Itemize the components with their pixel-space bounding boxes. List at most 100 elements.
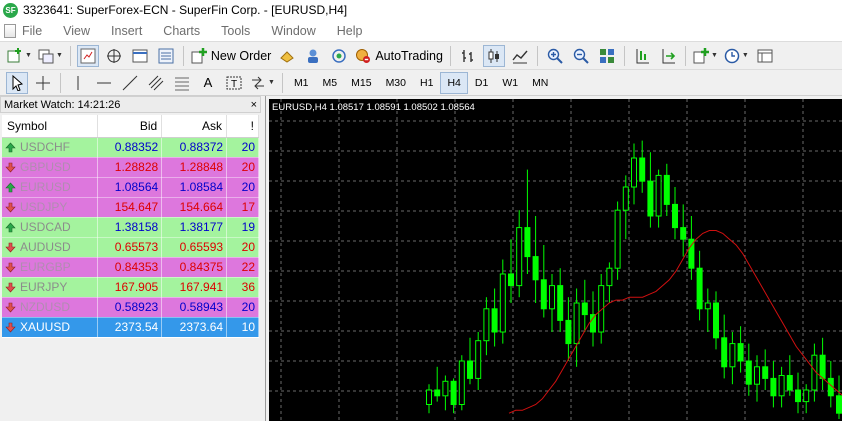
candle-bear [508,273,514,287]
window-titlebar: SF 3323641: SuperForex-ECN - SuperFin Co… [0,0,842,20]
timeframe-m1[interactable]: M1 [287,72,316,94]
ask-cell: 167.941 [161,277,228,298]
timeframe-h1[interactable]: H1 [413,72,440,94]
new-chart-button[interactable]: ▼ [6,45,33,67]
table-row[interactable]: USDJPY 154.647 154.664 17 [2,197,259,218]
navigator-button[interactable] [103,45,125,67]
indicators-button[interactable]: ▼ [692,45,719,67]
chart-canvas[interactable]: EURUSD,H4 1.08517 1.08591 1.08502 1.0856… [269,99,842,421]
column-header-spread[interactable]: ! [226,115,259,138]
column-header-ask[interactable]: Ask [161,115,228,138]
candle-bull [442,380,449,397]
text-label-button[interactable]: T [223,72,245,94]
close-icon[interactable]: × [251,99,257,111]
menu-charts[interactable]: Charts [163,24,200,38]
symbol-cell: EURGBP [2,257,99,278]
autotrading-icon [356,48,371,63]
menu-tools[interactable]: Tools [221,24,250,38]
menu-insert[interactable]: Insert [111,24,142,38]
table-row[interactable]: EURUSD 1.08564 1.08584 20 [2,177,259,198]
table-row[interactable]: NZDUSD 0.58923 0.58943 20 [2,297,259,318]
profiles-button[interactable]: ▼ [37,45,64,67]
arrows-button[interactable]: ▼ [249,72,276,94]
periods-button[interactable]: ▼ [723,45,750,67]
column-header-bid[interactable]: Bid [97,115,163,138]
bid-cell: 0.84353 [97,257,163,278]
candle-bear [713,302,719,339]
candle-bull [426,389,432,405]
chart-shift-button[interactable] [631,45,653,67]
zoom-out-button[interactable] [570,45,592,67]
candle-bear [581,302,588,316]
text-label-icon: T [226,76,242,90]
line-chart-button[interactable] [509,45,531,67]
autoscroll-button[interactable] [657,45,679,67]
menu-help[interactable]: Help [337,24,363,38]
timeframe-m5[interactable]: M5 [316,72,345,94]
symbol-name: GBPUSD [20,160,71,174]
bar-chart-button[interactable] [457,45,479,67]
equidistant-channel-button[interactable] [145,72,167,94]
toolbar-separator [281,72,283,93]
horizontal-line-icon [97,82,111,83]
experts-button[interactable] [302,45,324,67]
new-order-button[interactable]: New Order [190,45,272,67]
chart-shift-icon [636,48,649,63]
ask-cell: 1.08584 [161,177,228,198]
document-icon[interactable] [4,23,16,38]
arrow-down-icon [5,302,16,313]
text-tool-button[interactable]: A [197,72,219,94]
cursor-tool-button[interactable] [6,71,28,94]
table-row[interactable]: GBPUSD 1.28828 1.28848 20 [2,157,259,178]
table-row[interactable]: EURJPY 167.905 167.941 36 [2,277,259,298]
trendline-icon [122,75,138,90]
candle-bear [770,377,777,397]
candle-bull [729,343,736,368]
menu-window[interactable]: Window [271,24,315,38]
autotrading-button[interactable]: AutoTrading [354,45,444,67]
timeframe-m15[interactable]: M15 [344,72,378,94]
window-title: 3323641: SuperForex-ECN - SuperFin Corp.… [23,3,348,17]
fibonacci-button[interactable] [171,72,193,94]
autotrading-label: AutoTrading [375,48,443,63]
column-header-symbol[interactable]: Symbol [2,115,99,138]
market-watch-toggle-button[interactable] [76,44,99,67]
zoom-in-icon [547,48,563,64]
candle-bull [704,302,711,310]
timeframe-d1[interactable]: D1 [468,72,495,94]
candlestick-chart-button[interactable] [482,44,505,67]
timeframe-h4[interactable]: H4 [440,71,468,94]
data-window-button[interactable] [129,45,151,67]
chevron-down-icon: ▼ [55,52,63,59]
signals-button[interactable] [328,45,350,67]
tile-windows-button[interactable] [596,45,618,67]
table-row[interactable]: AUDUSD 0.65573 0.65593 20 [2,237,259,258]
vertical-line-button[interactable] [67,72,89,94]
meta-editor-button[interactable] [276,45,298,67]
menu-file[interactable]: File [22,24,42,38]
menu-view[interactable]: View [63,24,90,38]
chevron-down-icon: ▼ [25,52,32,59]
trendline-button[interactable] [119,72,141,94]
timeframe-m30[interactable]: M30 [379,72,413,94]
table-row[interactable]: XAUUSD 2373.54 2373.64 10 [2,317,259,338]
table-row[interactable]: EURGBP 0.84353 0.84375 22 [2,257,259,278]
table-row[interactable]: USDCHF 0.88352 0.88372 20 [2,137,259,158]
timeframe-w1[interactable]: W1 [495,72,525,94]
horizontal-line-button[interactable] [93,72,115,94]
candle-bear [565,319,572,345]
arrow-down-icon [5,242,16,253]
templates-button[interactable] [754,45,776,67]
zoom-in-button[interactable] [544,45,566,67]
signal-icon [332,48,347,63]
crosshair-tool-button[interactable] [32,72,54,94]
candle-bear [721,337,728,368]
candle-bear [467,360,473,379]
table-row[interactable]: USDCAD 1.38158 1.38177 19 [2,217,259,238]
candle-bull [483,308,490,342]
candle-bear [450,380,457,405]
terminal-button[interactable] [155,45,177,67]
timeframe-mn[interactable]: MN [525,72,555,94]
menu-bar: File View Insert Charts Tools Window Hel… [0,20,842,41]
symbol-cell: GBPUSD [2,157,99,178]
